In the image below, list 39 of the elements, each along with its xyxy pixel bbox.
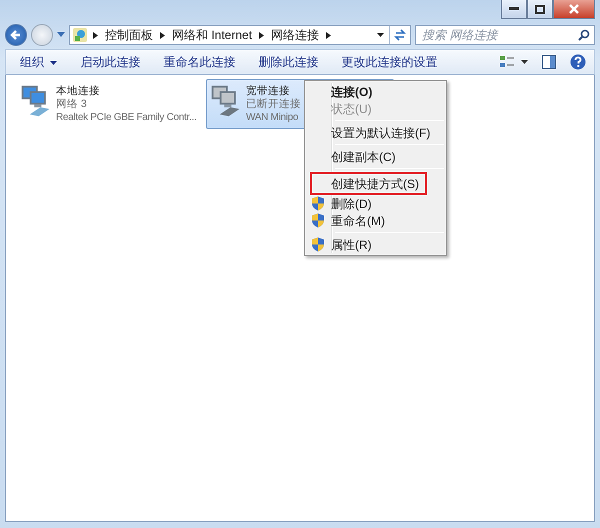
breadcrumb-item[interactable]: 网络连接 [267, 26, 324, 44]
toolbar-button[interactable]: 启动此连接 [74, 51, 146, 73]
search-field[interactable]: 搜索 网络连接 [415, 25, 595, 45]
maximize-icon [535, 4, 545, 14]
connection-name: 本地连接 [56, 85, 101, 98]
connection-status: 已断开连接 [246, 98, 301, 111]
breadcrumb-item[interactable]: 网络和 Internet [168, 26, 256, 44]
connection-name: 宽带连接 [246, 85, 291, 98]
preview-pane-icon[interactable] [542, 55, 556, 69]
toolbar-button[interactable]: 更改此连接的设置 [335, 51, 444, 73]
shield-icon [311, 213, 325, 228]
folder-icon [70, 27, 90, 43]
close-icon [569, 4, 579, 14]
caret-icon [50, 60, 58, 65]
close-button[interactable] [553, 0, 595, 19]
connection-item[interactable]: 本地连接 网络 3 Realtek PCIe GBE Family Contr... [16, 79, 204, 129]
menu-item[interactable]: 属性(R) [307, 236, 444, 253]
toolbar-button[interactable]: 删除此连接 [252, 51, 324, 73]
maximize-button[interactable] [527, 0, 553, 19]
shield-icon [311, 196, 325, 211]
minimize-icon [509, 7, 519, 11]
menu-item[interactable]: 创建快捷方式(S) [310, 172, 427, 195]
shield-icon [311, 237, 325, 252]
arrow-icon [10, 29, 22, 41]
view-icon[interactable] [499, 55, 528, 69]
menu-item[interactable]: 创建副本(C) [307, 148, 444, 165]
caret-icon[interactable] [57, 32, 65, 38]
adapter-name: Realtek PCIe GBE Family Contr... [56, 111, 196, 124]
breadcrumb-item[interactable]: 控制面板 [101, 26, 157, 44]
search-icon[interactable] [578, 29, 590, 41]
menu-item[interactable]: 删除(D) [307, 195, 444, 212]
connection-status: 网络 3 [56, 98, 88, 111]
adapter-name: WAN Minipo [246, 111, 300, 124]
minimize-button[interactable] [501, 0, 527, 19]
menu-item[interactable]: 重命名(M) [307, 212, 444, 229]
back-button[interactable] [5, 24, 27, 46]
help-icon[interactable] [570, 54, 586, 70]
toolbar-button[interactable]: 重命名此连接 [157, 51, 242, 73]
toolbar-button[interactable]: 组织 [14, 51, 64, 73]
